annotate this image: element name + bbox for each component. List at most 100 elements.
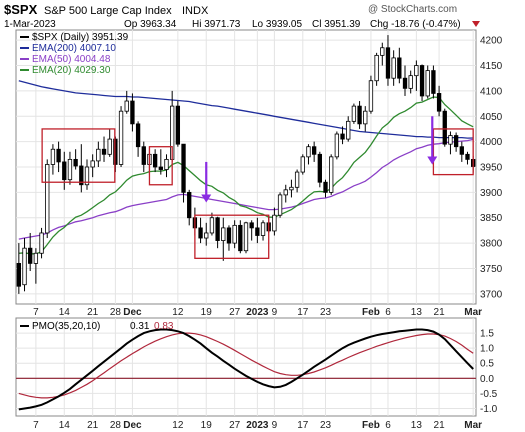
x-tick-label: Mar bbox=[464, 307, 482, 318]
candle-body bbox=[141, 146, 146, 165]
candle-body bbox=[436, 93, 442, 112]
candle-body bbox=[16, 263, 21, 287]
x-tick-label: Dec bbox=[123, 420, 142, 431]
candle bbox=[351, 103, 357, 124]
candle-body bbox=[255, 227, 260, 236]
candle-body bbox=[329, 156, 334, 193]
candle bbox=[238, 220, 243, 254]
pmo-y-axis: -1.0 -0.5 0.0 0.5 1.0 1.5 bbox=[480, 329, 498, 415]
candle-body bbox=[408, 75, 413, 89]
x-tick-label: 6 bbox=[385, 307, 391, 318]
x-tick-label: 21 bbox=[87, 307, 99, 318]
candle-body bbox=[22, 247, 27, 286]
price-y-tick-label: 4200 bbox=[480, 36, 503, 47]
x-tick-label: Dec bbox=[123, 307, 142, 318]
candle-body bbox=[249, 222, 254, 229]
candle-body bbox=[357, 105, 362, 125]
candle-body bbox=[380, 47, 385, 56]
candle bbox=[419, 64, 425, 102]
price-y-tick-label: 4050 bbox=[480, 112, 503, 123]
candle-body bbox=[62, 161, 67, 181]
candle-body bbox=[107, 138, 112, 155]
pmo-y-tick-label: 1.0 bbox=[480, 344, 494, 355]
exchange: INDX bbox=[182, 5, 209, 17]
candle-body bbox=[209, 217, 215, 234]
candle-body bbox=[272, 214, 277, 232]
legend-label: PMO(35,20,10) bbox=[32, 321, 100, 332]
candle-body bbox=[232, 224, 237, 244]
candle-body bbox=[431, 70, 436, 94]
candle bbox=[425, 65, 430, 99]
quote-date: 1-Mar-2023 bbox=[4, 19, 56, 30]
candle-body bbox=[175, 105, 181, 145]
x-tick-label: 6 bbox=[385, 420, 391, 431]
candle-body bbox=[226, 227, 232, 244]
candle-body bbox=[181, 143, 186, 193]
x-tick-label: 19 bbox=[201, 307, 213, 318]
candle-body bbox=[28, 247, 33, 264]
legend-label: 0.83 bbox=[154, 321, 174, 332]
x-tick-label: 2023 bbox=[246, 420, 269, 431]
price-y-tick-label: 3850 bbox=[480, 213, 503, 224]
price-y-tick-label: 3900 bbox=[480, 188, 503, 199]
candle-body bbox=[402, 77, 408, 89]
price-y-tick-label: 4100 bbox=[480, 86, 503, 97]
candle-body bbox=[300, 156, 305, 173]
candle bbox=[277, 192, 283, 218]
quote-open: Op 3963.34 bbox=[124, 19, 177, 30]
candle-body bbox=[221, 227, 226, 241]
candle bbox=[431, 65, 436, 99]
pmo-y-tick-label: 1.5 bbox=[480, 329, 494, 340]
candle-body bbox=[323, 181, 328, 193]
pmo-y-tick-label: -0.5 bbox=[480, 389, 498, 400]
x-tick-label: Mar bbox=[464, 420, 482, 431]
legend-label: EMA(50) 4004.48 bbox=[32, 54, 111, 65]
x-tick-label: 14 bbox=[59, 307, 71, 318]
candle-body bbox=[385, 47, 391, 79]
candle-body bbox=[283, 189, 288, 196]
candle-body bbox=[45, 164, 50, 234]
candle-body bbox=[50, 148, 56, 165]
quote-high: Hi 3971.73 bbox=[192, 19, 241, 30]
candle bbox=[175, 101, 181, 147]
candle-body bbox=[215, 217, 220, 241]
legend-label: 0.31 bbox=[130, 321, 150, 332]
candle-body bbox=[187, 191, 192, 219]
candle-body bbox=[465, 153, 470, 160]
index-name: S&P 500 Large Cap Index bbox=[44, 5, 172, 17]
price-y-tick-label: 4000 bbox=[480, 137, 503, 148]
candle-body bbox=[351, 105, 357, 122]
x-tick-label: 28 bbox=[110, 307, 122, 318]
candle-body bbox=[374, 54, 379, 82]
candle-body bbox=[39, 232, 44, 254]
quote-change: Chg -18.76 (-0.47%) bbox=[370, 19, 461, 30]
x-tick-label: 27 bbox=[229, 307, 241, 318]
candle bbox=[243, 221, 249, 254]
legend-label: $SPX (Daily) 3951.39 bbox=[32, 32, 129, 43]
candle-body bbox=[33, 252, 39, 264]
candle-body bbox=[459, 146, 464, 155]
candle-body bbox=[164, 158, 169, 170]
candle-body bbox=[391, 57, 396, 79]
candle-body bbox=[317, 153, 322, 183]
candle bbox=[317, 151, 322, 188]
price-y-tick-label: 3950 bbox=[480, 163, 503, 174]
x-tick-label: 7 bbox=[33, 307, 39, 318]
candle-body bbox=[158, 166, 163, 170]
x-tick-label: 2023 bbox=[246, 307, 269, 318]
watermark: @ StockCharts.com bbox=[368, 4, 457, 15]
symbol: $SPX bbox=[4, 2, 38, 17]
candle-body bbox=[56, 148, 61, 163]
candle-body bbox=[453, 135, 459, 148]
legend-label: EMA(200) 4007.10 bbox=[32, 43, 116, 54]
candle-body bbox=[124, 100, 129, 112]
pmo-y-tick-label: 0.5 bbox=[480, 359, 494, 370]
x-tick-label: 21 bbox=[434, 307, 446, 318]
candle-body bbox=[198, 227, 203, 239]
x-tick-label: 19 bbox=[201, 420, 213, 431]
x-tick-label: Feb bbox=[362, 307, 380, 318]
candle-body bbox=[294, 171, 300, 188]
candle bbox=[45, 159, 50, 239]
candle-body bbox=[346, 120, 351, 140]
candle-body bbox=[135, 123, 141, 148]
